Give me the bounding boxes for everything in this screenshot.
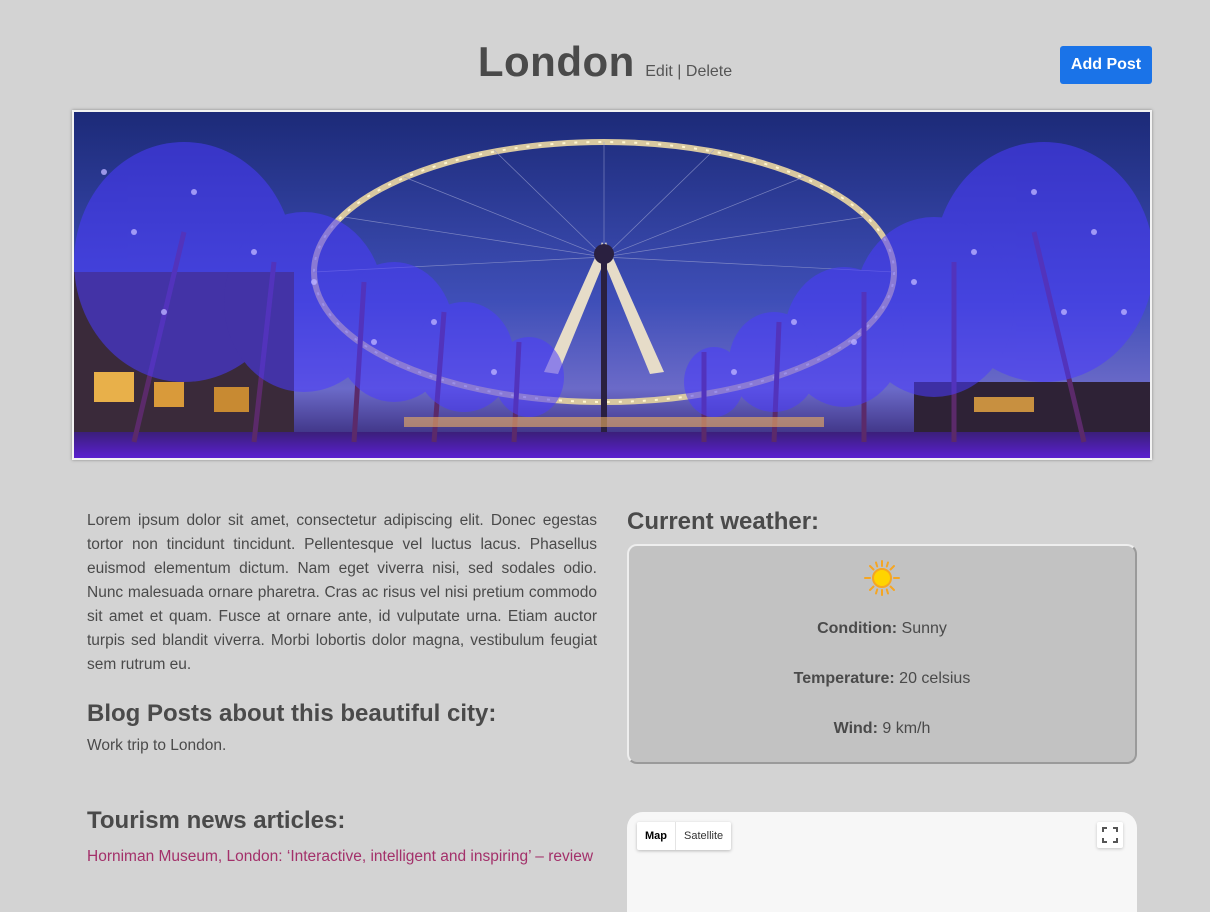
add-post-button[interactable]: Add Post bbox=[1060, 46, 1152, 84]
title-actions: Edit | Delete bbox=[645, 63, 732, 80]
map-tab-satellite[interactable]: Satellite bbox=[676, 822, 731, 850]
weather-condition: Condition: Sunny bbox=[629, 620, 1135, 638]
condition-label: Condition: bbox=[817, 620, 898, 637]
news-heading: Tourism news articles: bbox=[87, 807, 346, 834]
temperature-value: 20 celsius bbox=[899, 670, 971, 687]
weather-heading: Current weather: bbox=[627, 508, 820, 535]
weather-temperature: Temperature: 20 celsius bbox=[629, 670, 1135, 688]
delete-link[interactable]: Delete bbox=[686, 63, 732, 80]
edit-link[interactable]: Edit bbox=[645, 63, 673, 80]
blog-post-link[interactable]: Work trip to London. bbox=[87, 737, 226, 755]
wind-value: 9 km/h bbox=[882, 720, 931, 737]
wind-label: Wind: bbox=[833, 720, 878, 737]
action-separator: | bbox=[677, 63, 682, 80]
weather-wind: Wind: 9 km/h bbox=[629, 720, 1135, 738]
page-title: London bbox=[477, 38, 635, 85]
weather-panel: Condition: Sunny Temperature: 20 celsius… bbox=[627, 544, 1137, 764]
city-hero-image bbox=[72, 110, 1152, 460]
condition-value: Sunny bbox=[901, 620, 947, 637]
city-description: Lorem ipsum dolor sit amet, consectetur … bbox=[87, 512, 597, 673]
news-article-link[interactable]: Horniman Museum, London: ‘Interactive, i… bbox=[87, 845, 597, 869]
fullscreen-button[interactable] bbox=[1097, 822, 1123, 848]
blog-posts-heading: Blog Posts about this beautiful city: bbox=[87, 700, 497, 727]
map-tab-map[interactable]: Map bbox=[637, 822, 676, 850]
map-type-toggle: Map Satellite bbox=[637, 822, 732, 850]
fullscreen-icon bbox=[1102, 827, 1118, 843]
page-header: London Edit | Delete bbox=[0, 38, 1210, 86]
sun-icon bbox=[864, 560, 900, 596]
london-eye-photo bbox=[74, 112, 1150, 458]
map-widget[interactable]: Map Satellite bbox=[627, 812, 1137, 912]
temperature-label: Temperature: bbox=[793, 670, 895, 687]
